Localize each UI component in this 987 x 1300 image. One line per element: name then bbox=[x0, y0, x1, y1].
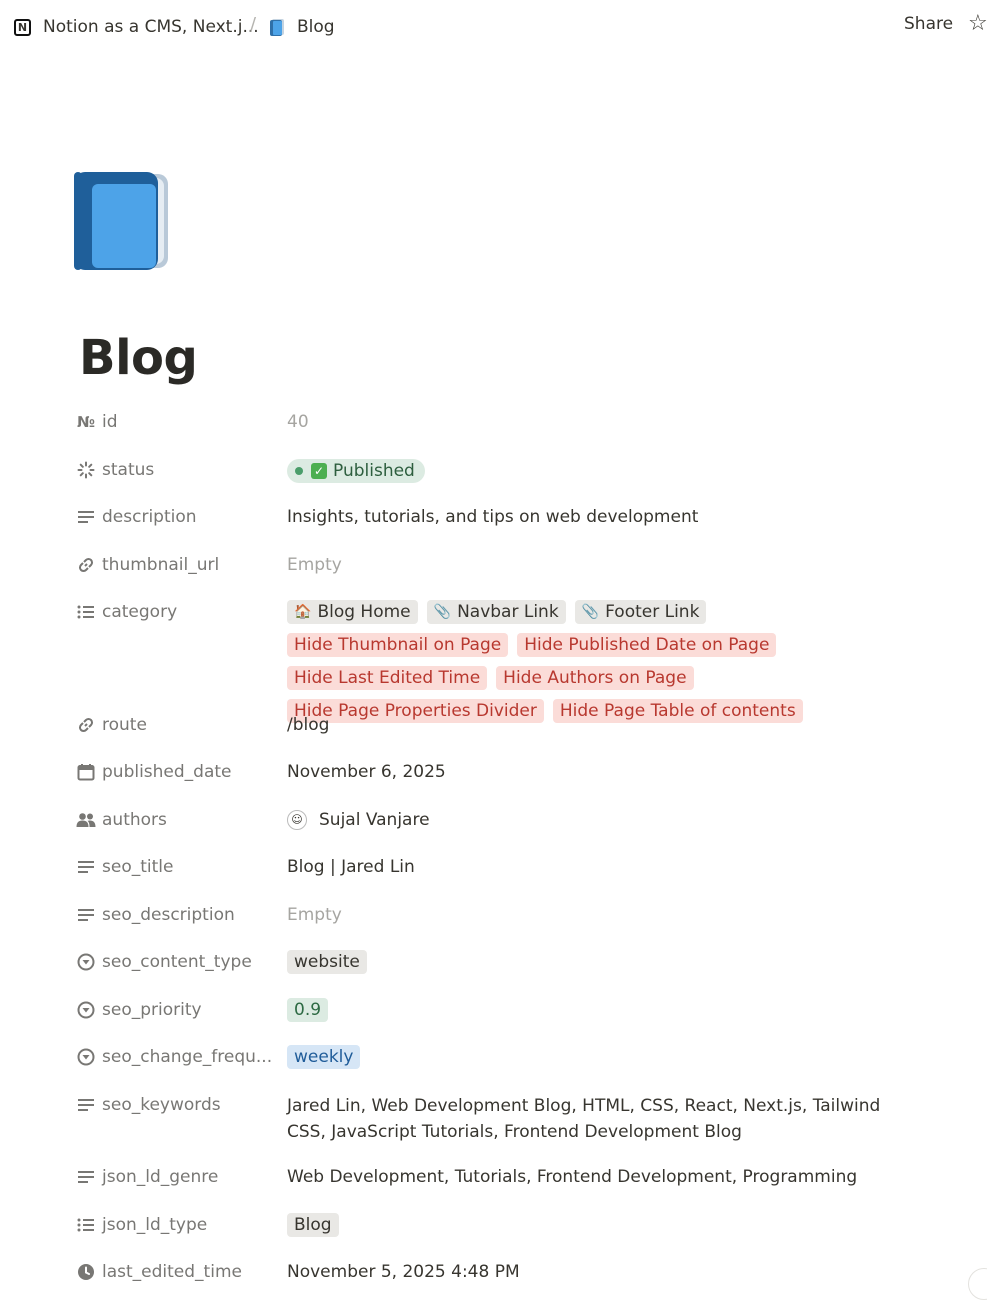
calendar-icon bbox=[76, 762, 96, 782]
property-label[interactable]: status bbox=[76, 458, 154, 482]
property-label[interactable]: seo_description bbox=[76, 903, 235, 927]
status-pill[interactable]: ✓ Published bbox=[287, 459, 425, 483]
breadcrumb-page[interactable]: Blog bbox=[270, 14, 335, 40]
text-lines-icon bbox=[76, 905, 96, 925]
text-lines-icon bbox=[76, 1167, 96, 1187]
status-value: Published bbox=[333, 461, 415, 481]
top-bar: N Notion as a CMS, Next.j... / Blog Shar… bbox=[0, 0, 987, 54]
favorite-star-icon[interactable]: ☆ bbox=[968, 11, 987, 36]
select-icon bbox=[76, 952, 96, 972]
author-name: Sujal Vanjare bbox=[319, 810, 430, 830]
property-value: November 5, 2025 4:48 PM bbox=[287, 1262, 520, 1282]
tag-priority[interactable]: 0.9 bbox=[287, 998, 329, 1022]
property-label[interactable]: published_date bbox=[76, 760, 232, 784]
bulleted-list-icon bbox=[76, 602, 96, 622]
tag-navbar-link[interactable]: 📎 Navbar Link bbox=[426, 600, 566, 624]
link-icon bbox=[76, 715, 96, 735]
tag-label: Footer Link bbox=[605, 602, 700, 622]
paperclip-icon: 📎 bbox=[433, 604, 452, 620]
property-value-wrap: ✓ Published bbox=[287, 458, 425, 483]
tag-label: Blog Home bbox=[317, 602, 411, 622]
property-value[interactable]: Empty bbox=[287, 553, 342, 577]
property-value-wrap: website bbox=[287, 950, 367, 974]
breadcrumb-page-label: Blog bbox=[297, 17, 335, 37]
text-lines-icon bbox=[76, 857, 96, 877]
breadcrumb-separator: / bbox=[250, 14, 257, 35]
text-lines-icon bbox=[76, 507, 96, 527]
tag-hide-published-date[interactable]: Hide Published Date on Page bbox=[517, 633, 777, 657]
notion-logo-icon: N bbox=[14, 18, 31, 36]
property-label[interactable]: description bbox=[76, 505, 197, 529]
clock-icon bbox=[76, 1262, 96, 1282]
status-dot bbox=[295, 467, 303, 475]
property-label[interactable]: category bbox=[76, 600, 177, 624]
select-icon bbox=[76, 1000, 96, 1020]
property-label[interactable]: seo_keywords bbox=[76, 1093, 221, 1117]
property-label[interactable]: json_ld_genre bbox=[76, 1165, 218, 1189]
link-icon bbox=[76, 555, 96, 575]
breadcrumb-workspace[interactable]: N Notion as a CMS, Next.j... bbox=[14, 14, 259, 40]
category-tags: 🏠 Blog Home 📎 Navbar Link 📎 Footer Link Hid… bbox=[287, 600, 927, 723]
property-value-wrap: weekly bbox=[287, 1045, 361, 1069]
property-value[interactable]: Blog | Jared Lin bbox=[287, 855, 415, 879]
bulleted-list-icon bbox=[76, 1215, 96, 1235]
number-icon: № bbox=[76, 413, 96, 431]
avatar: ☺ bbox=[287, 810, 307, 830]
property-value[interactable]: Jared Lin, Web Development Blog, HTML, C… bbox=[287, 1093, 907, 1145]
tag-hide-table-of-contents[interactable]: Hide Page Table of contents bbox=[552, 699, 803, 723]
property-label[interactable]: last_edited_time bbox=[76, 1260, 242, 1284]
select-icon bbox=[76, 1047, 96, 1067]
property-label[interactable]: seo_content_type bbox=[76, 950, 252, 974]
property-label[interactable]: authors bbox=[76, 808, 167, 832]
property-value-wrap: Blog bbox=[287, 1213, 339, 1237]
house-icon: 🏠 bbox=[294, 604, 312, 620]
status-spinner-icon bbox=[76, 460, 96, 480]
page-title[interactable]: Blog bbox=[79, 330, 198, 386]
tag-hide-thumbnail[interactable]: Hide Thumbnail on Page bbox=[287, 633, 509, 657]
property-label[interactable]: route bbox=[76, 713, 147, 737]
property-value[interactable]: November 6, 2025 bbox=[287, 760, 446, 784]
property-value-wrap[interactable]: ☺ Sujal Vanjare bbox=[287, 808, 430, 832]
tag-blog[interactable]: Blog bbox=[287, 1213, 339, 1237]
tag-footer-link[interactable]: 📎 Footer Link bbox=[574, 600, 707, 624]
property-label[interactable]: seo_title bbox=[76, 855, 173, 879]
tag-hide-last-edited[interactable]: Hide Last Edited Time bbox=[287, 666, 488, 690]
property-value[interactable]: 40 bbox=[287, 410, 309, 434]
people-icon bbox=[76, 810, 96, 830]
tag-website[interactable]: website bbox=[287, 950, 367, 974]
property-value[interactable]: Empty bbox=[287, 903, 342, 927]
property-label[interactable]: seo_priority bbox=[76, 998, 202, 1022]
tag-label: Navbar Link bbox=[457, 602, 559, 622]
property-label[interactable]: thumbnail_url bbox=[76, 553, 219, 577]
property-label[interactable]: № id bbox=[76, 410, 118, 434]
tag-weekly[interactable]: weekly bbox=[287, 1045, 361, 1069]
property-value-wrap: 0.9 bbox=[287, 998, 329, 1022]
breadcrumb-workspace-label: Notion as a CMS, Next.j... bbox=[43, 17, 259, 37]
property-value[interactable]: Insights, tutorials, and tips on web dev… bbox=[287, 505, 698, 529]
tag-blog-home[interactable]: 🏠 Blog Home bbox=[287, 600, 418, 624]
help-button[interactable] bbox=[968, 1268, 987, 1300]
blue-book-icon[interactable] bbox=[74, 172, 170, 272]
tag-hide-authors[interactable]: Hide Authors on Page bbox=[496, 666, 694, 690]
check-mark-icon: ✓ bbox=[311, 463, 327, 479]
property-value[interactable]: /blog bbox=[287, 713, 329, 737]
text-lines-icon bbox=[76, 1095, 96, 1115]
paperclip-icon: 📎 bbox=[581, 604, 600, 620]
blue-book-icon bbox=[270, 18, 284, 36]
property-value[interactable]: Web Development, Tutorials, Frontend Dev… bbox=[287, 1165, 857, 1189]
property-label[interactable]: seo_change_frequ... bbox=[76, 1045, 272, 1069]
share-button[interactable]: Share bbox=[904, 14, 953, 34]
property-label[interactable]: json_ld_type bbox=[76, 1213, 207, 1237]
